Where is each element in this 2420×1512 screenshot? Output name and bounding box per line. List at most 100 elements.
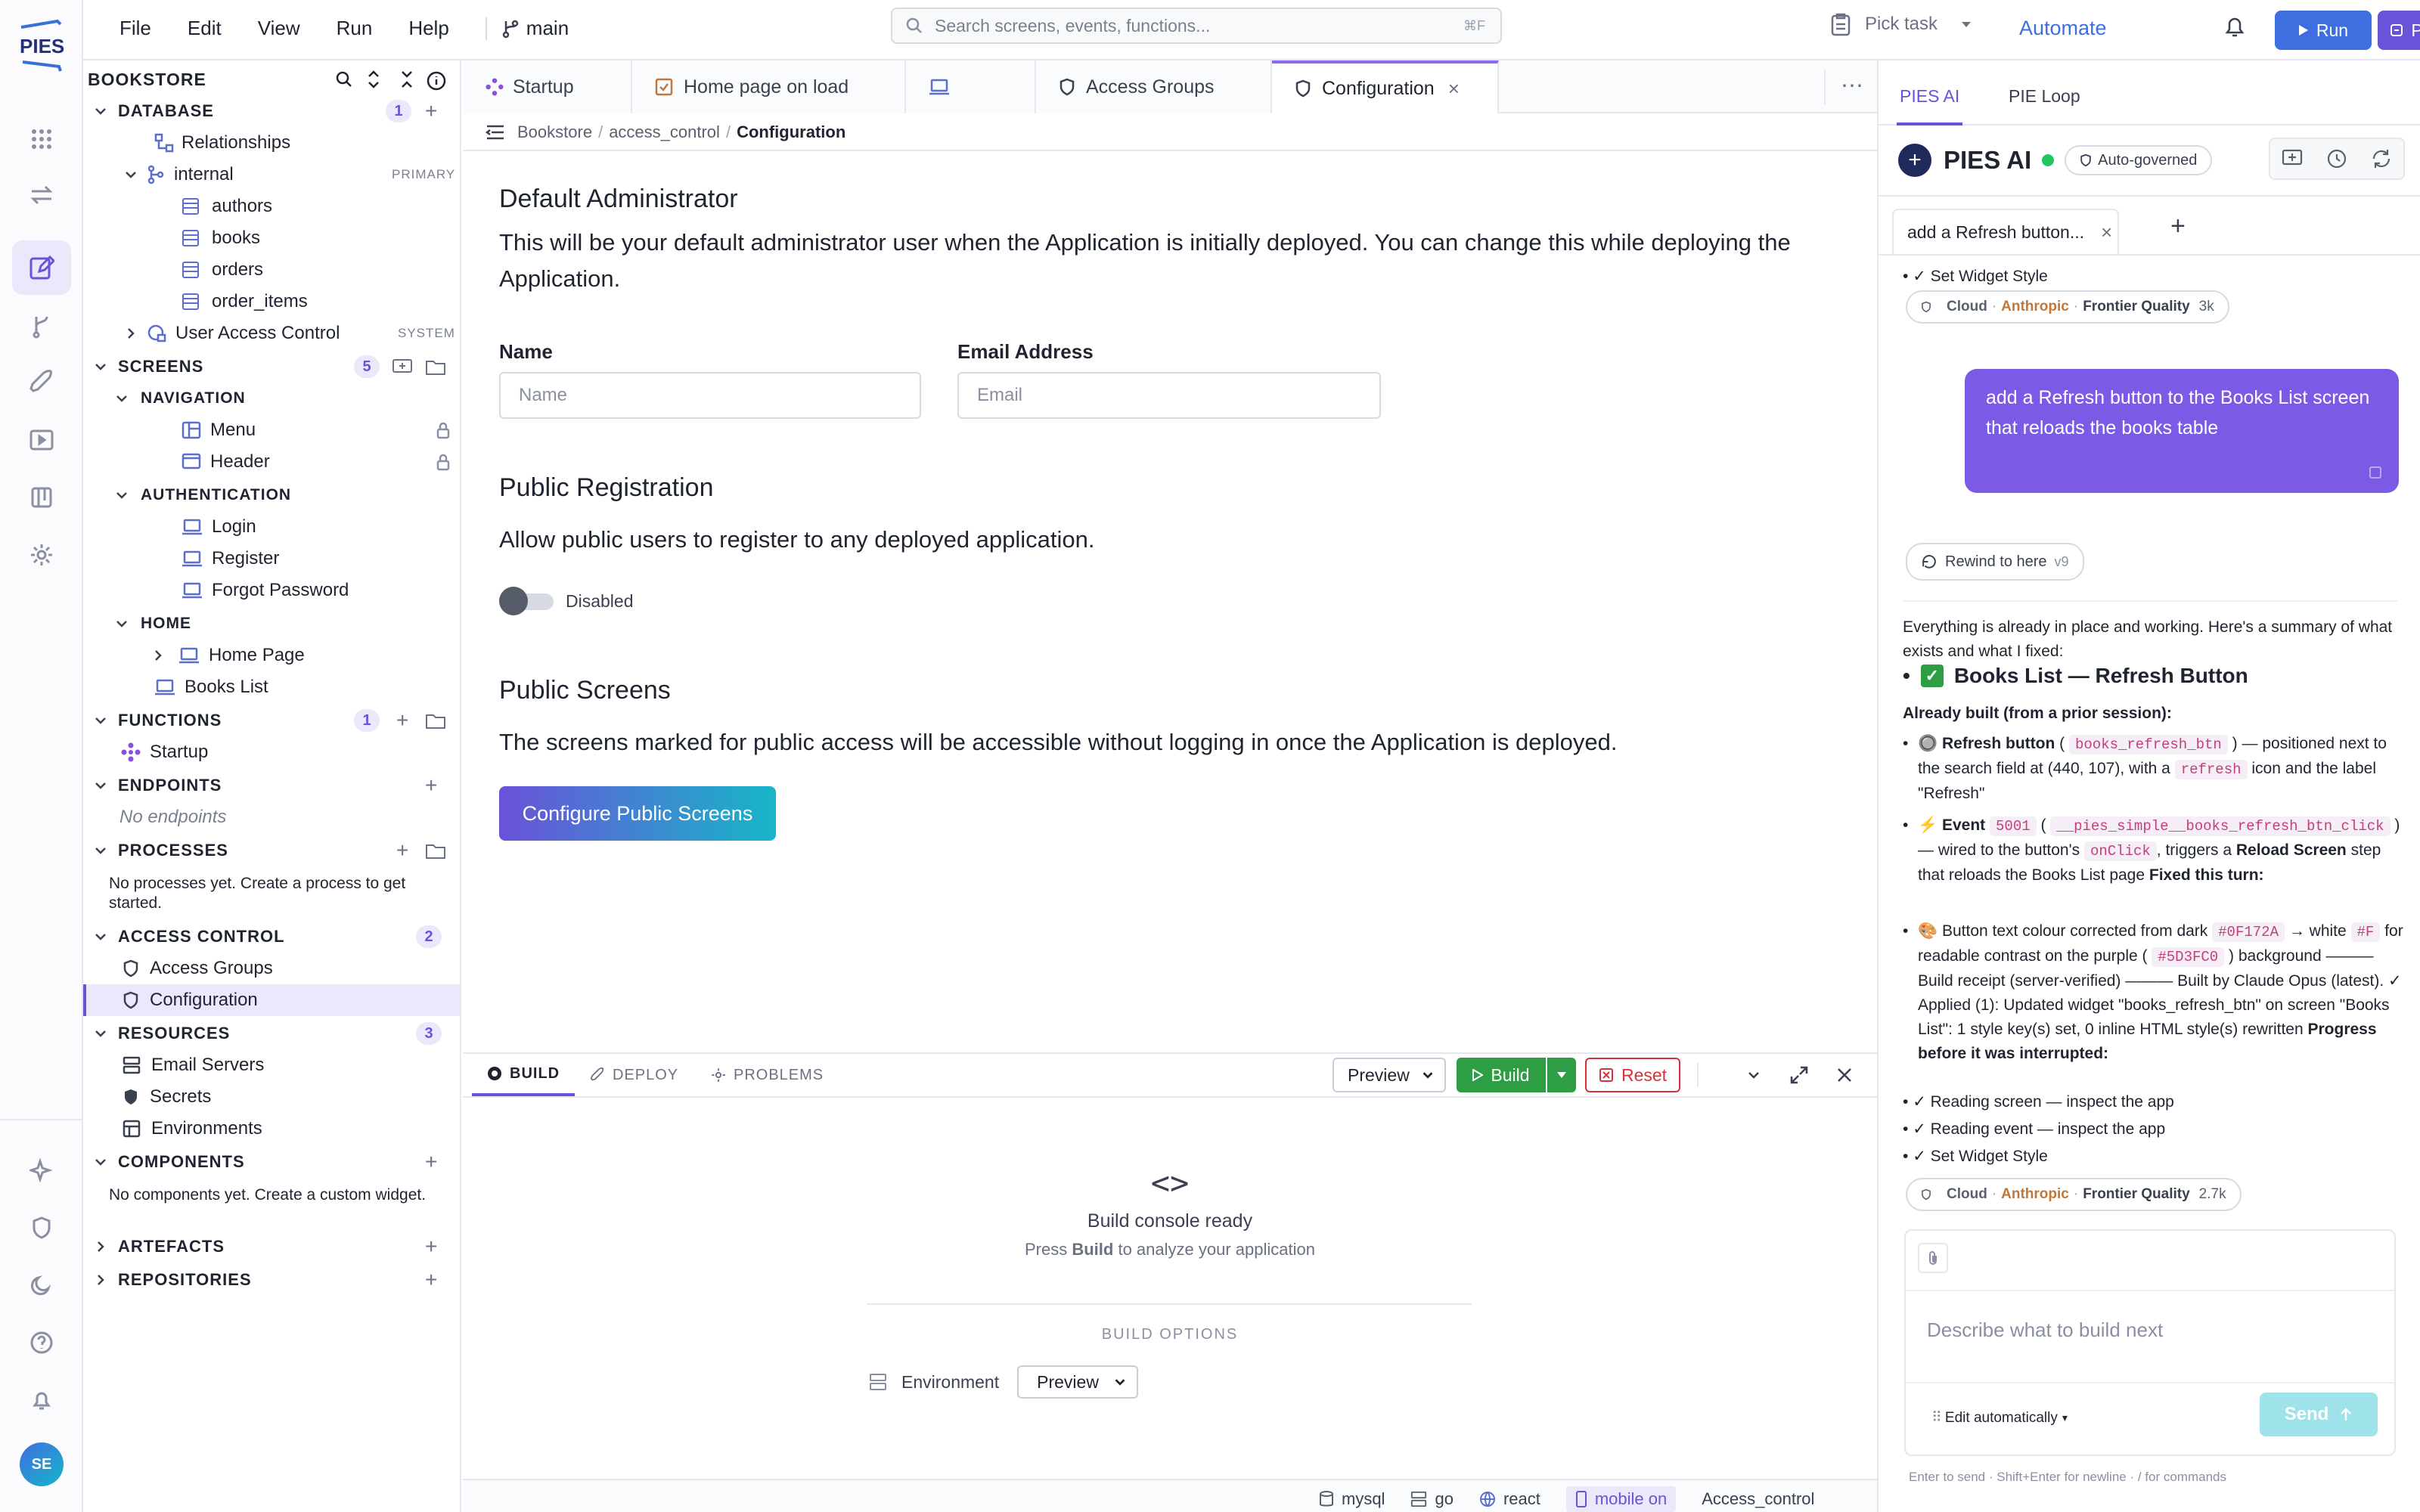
run-button[interactable]: Run bbox=[2275, 11, 2372, 50]
play-screen-icon[interactable] bbox=[12, 413, 71, 467]
screen-home-page[interactable]: Home Page bbox=[83, 640, 460, 671]
attach-button[interactable] bbox=[1918, 1243, 1948, 1273]
rewind-button[interactable]: Rewind to here v9 bbox=[1906, 543, 2084, 581]
section-repositories[interactable]: REPOSITORIES + bbox=[83, 1264, 460, 1296]
tab-startup[interactable]: Startup bbox=[463, 60, 632, 113]
menu-help[interactable]: Help bbox=[408, 17, 448, 40]
access-groups-item[interactable]: Access Groups bbox=[83, 953, 460, 984]
section-components[interactable]: COMPONENTS + bbox=[83, 1146, 460, 1178]
rocket-icon[interactable] bbox=[12, 355, 71, 410]
more-tabs-icon[interactable]: ⋯ bbox=[1841, 73, 1863, 99]
pick-task-button[interactable]: Pick task bbox=[1830, 12, 1974, 36]
email-servers-item[interactable]: Email Servers bbox=[83, 1049, 460, 1081]
environment-options-select[interactable]: Preview bbox=[1017, 1365, 1139, 1399]
send-button[interactable]: Send bbox=[2260, 1393, 2378, 1436]
add-folder-icon[interactable] bbox=[425, 358, 446, 376]
table-authors[interactable]: authors bbox=[83, 191, 460, 222]
shield-icon[interactable] bbox=[12, 1201, 71, 1255]
environments-item[interactable]: Environments bbox=[83, 1113, 460, 1145]
expand-all-icon[interactable] bbox=[366, 70, 381, 89]
settings-gear-icon[interactable] bbox=[12, 528, 71, 582]
screen-menu[interactable]: Menu bbox=[83, 414, 460, 446]
tree-item-user-access-control[interactable]: User Access Control SYSTEM bbox=[83, 318, 460, 349]
add-icon[interactable]: + bbox=[425, 1150, 437, 1174]
app-logo[interactable]: PIES bbox=[15, 17, 68, 74]
section-endpoints[interactable]: ENDPOINTS + bbox=[83, 770, 460, 801]
tab-pies-ai[interactable]: PIES AI bbox=[1897, 86, 1963, 125]
breadcrumb-item[interactable]: Bookstore bbox=[517, 122, 592, 142]
help-icon[interactable] bbox=[12, 1315, 71, 1370]
table-order-items[interactable]: order_items bbox=[83, 286, 460, 318]
screen-login[interactable]: Login bbox=[83, 511, 460, 543]
registration-toggle[interactable]: Disabled bbox=[499, 587, 634, 615]
tab-screen[interactable] bbox=[906, 60, 1036, 113]
swap-arrows-icon[interactable] bbox=[12, 168, 71, 222]
board-icon[interactable] bbox=[12, 470, 71, 525]
sparkle-ai-icon[interactable] bbox=[12, 1143, 71, 1198]
table-orders[interactable]: orders bbox=[83, 254, 460, 286]
screen-forgot-password[interactable]: Forgot Password bbox=[83, 575, 460, 606]
add-icon[interactable]: + bbox=[425, 99, 437, 123]
apps-grid-icon[interactable] bbox=[12, 112, 71, 166]
tree-item-internal[interactable]: internal PRIMARY bbox=[83, 159, 460, 191]
backend-status[interactable]: go bbox=[1410, 1489, 1454, 1509]
add-icon[interactable]: + bbox=[396, 708, 408, 733]
tree-item-relationships[interactable]: Relationships bbox=[83, 127, 460, 159]
screen-books-list[interactable]: Books List bbox=[83, 671, 460, 703]
collapse-all-icon[interactable] bbox=[399, 70, 414, 89]
menu-view[interactable]: View bbox=[258, 17, 300, 40]
sync-icon[interactable] bbox=[2371, 148, 2392, 169]
notification-bell-icon[interactable] bbox=[2223, 14, 2246, 39]
automate-link[interactable]: Automate bbox=[2019, 17, 2107, 40]
configuration-item-selected[interactable]: Configuration bbox=[83, 984, 460, 1016]
email-input[interactable]: Email bbox=[957, 372, 1381, 419]
tab-configuration[interactable]: Configuration × bbox=[1272, 60, 1499, 113]
edit-mode-select[interactable]: ⠿ Edit automatically ▾ bbox=[1931, 1409, 2068, 1427]
name-input[interactable]: Name bbox=[499, 372, 921, 419]
frontend-status[interactable]: react bbox=[1479, 1489, 1540, 1509]
history-icon[interactable] bbox=[2326, 148, 2347, 169]
pies-ai-button[interactable]: PIES AI bbox=[2378, 11, 2420, 50]
menu-file[interactable]: File bbox=[119, 17, 151, 40]
function-startup[interactable]: Startup bbox=[83, 736, 460, 768]
user-avatar[interactable]: SE bbox=[20, 1442, 64, 1486]
global-search[interactable]: Search screens, events, functions... ⌘F bbox=[891, 8, 1502, 44]
console-tab-problems[interactable]: PROBLEMS bbox=[711, 1054, 824, 1096]
environment-select[interactable]: Preview bbox=[1333, 1058, 1446, 1092]
add-icon[interactable]: + bbox=[396, 838, 408, 863]
tab-home-page-on-load[interactable]: Home page on load bbox=[632, 60, 906, 113]
add-folder-icon[interactable] bbox=[425, 712, 446, 730]
section-screens[interactable]: SCREENS 5 bbox=[83, 351, 460, 383]
add-icon[interactable]: + bbox=[425, 1235, 437, 1259]
close-chat-tab-icon[interactable]: × bbox=[2101, 221, 2112, 244]
toggle-switch[interactable] bbox=[499, 587, 555, 615]
table-books[interactable]: books bbox=[83, 222, 460, 254]
bell-icon[interactable] bbox=[12, 1373, 71, 1427]
build-button[interactable]: Build bbox=[1457, 1058, 1546, 1092]
branch-selector[interactable]: main bbox=[502, 17, 569, 40]
configure-public-screens-button[interactable]: Configure Public Screens bbox=[499, 786, 776, 841]
mobile-status-badge[interactable]: mobile on bbox=[1565, 1486, 1677, 1512]
info-icon[interactable] bbox=[427, 71, 446, 91]
new-chat-icon[interactable] bbox=[2282, 149, 2303, 169]
section-resources[interactable]: RESOURCES 3 bbox=[83, 1018, 460, 1049]
add-chat-tab-icon[interactable]: + bbox=[2170, 212, 2186, 241]
console-tab-build[interactable]: BUILD bbox=[472, 1054, 576, 1096]
section-functions[interactable]: FUNCTIONS 1 + bbox=[83, 705, 460, 736]
build-options-dropdown[interactable] bbox=[1547, 1058, 1576, 1092]
group-authentication[interactable]: AUTHENTICATION bbox=[83, 479, 460, 511]
console-tab-deploy[interactable]: DEPLOY bbox=[590, 1054, 678, 1096]
secrets-item[interactable]: Secrets bbox=[83, 1081, 460, 1113]
section-access-control[interactable]: ACCESS CONTROL 2 bbox=[83, 921, 460, 953]
screen-header[interactable]: Header bbox=[83, 446, 460, 478]
db-status[interactable]: mysql bbox=[1319, 1489, 1385, 1509]
add-folder-icon[interactable] bbox=[425, 842, 446, 860]
menu-edit[interactable]: Edit bbox=[188, 17, 222, 40]
section-processes[interactable]: PROCESSES + bbox=[83, 835, 460, 866]
chat-input[interactable]: Describe what to build next bbox=[1927, 1318, 2163, 1342]
close-console-icon[interactable] bbox=[1836, 1067, 1853, 1083]
add-screen-icon[interactable] bbox=[392, 358, 413, 376]
maximize-icon[interactable] bbox=[1789, 1065, 1809, 1085]
add-icon[interactable]: + bbox=[425, 773, 437, 798]
chat-tab-active[interactable]: add a Refresh button... × bbox=[1892, 209, 2119, 254]
